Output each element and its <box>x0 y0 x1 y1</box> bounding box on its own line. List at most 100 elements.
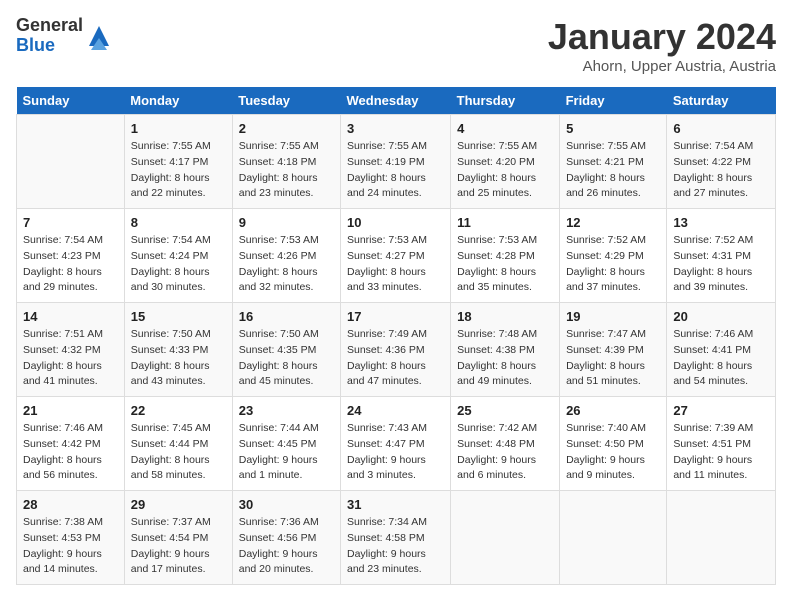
day-number: 31 <box>347 497 444 512</box>
calendar-subtitle: Ahorn, Upper Austria, Austria <box>548 58 776 75</box>
logo-blue: Blue <box>16 35 55 55</box>
day-number: 11 <box>457 215 553 230</box>
day-info: Sunrise: 7:54 AMSunset: 4:22 PMDaylight:… <box>673 139 769 202</box>
day-number: 27 <box>673 403 769 418</box>
calendar-day-empty <box>560 491 667 585</box>
day-number: 2 <box>239 121 334 136</box>
calendar-day-empty <box>451 491 560 585</box>
calendar-day-23: 23 Sunrise: 7:44 AMSunset: 4:45 PMDayligh… <box>232 397 340 491</box>
day-info: Sunrise: 7:38 AMSunset: 4:53 PMDaylight:… <box>23 515 118 578</box>
calendar-day-7: 7Sunrise: 7:54 AMSunset: 4:23 PMDaylight… <box>17 209 125 303</box>
day-number: 6 <box>673 121 769 136</box>
day-number: 16 <box>239 309 334 324</box>
day-number: 13 <box>673 215 769 230</box>
day-info: Sunrise: 7:52 AMSunset: 4:29 PMDaylight:… <box>566 233 660 296</box>
weekday-header-friday: Friday <box>560 87 667 115</box>
day-info: Sunrise: 7:53 AMSunset: 4:26 PMDaylight:… <box>239 233 334 296</box>
day-number: 29 <box>131 497 226 512</box>
day-info: Sunrise: 7:51 AMSunset: 4:32 PMDaylight:… <box>23 327 118 390</box>
day-number: 21 <box>23 403 118 418</box>
day-info: Sunrise: 7:52 AMSunset: 4:31 PMDaylight:… <box>673 233 769 296</box>
day-number: 24 <box>347 403 444 418</box>
calendar-day-10: 10 Sunrise: 7:53 AMSunset: 4:27 PMDayligh… <box>340 209 450 303</box>
calendar-week-row: 14 Sunrise: 7:51 AMSunset: 4:32 PMDayligh… <box>17 303 776 397</box>
logo: General Blue <box>16 16 113 56</box>
day-info: Sunrise: 7:50 AMSunset: 4:35 PMDaylight:… <box>239 327 334 390</box>
day-number: 23 <box>239 403 334 418</box>
day-number: 10 <box>347 215 444 230</box>
weekday-header-saturday: Saturday <box>667 87 776 115</box>
calendar-day-25: 25Sunrise: 7:42 AMSunset: 4:48 PMDayligh… <box>451 397 560 491</box>
day-info: Sunrise: 7:45 AMSunset: 4:44 PMDaylight:… <box>131 421 226 484</box>
calendar-day-30: 30 Sunrise: 7:36 AMSunset: 4:56 PMDayligh… <box>232 491 340 585</box>
calendar-day-15: 15Sunrise: 7:50 AMSunset: 4:33 PMDayligh… <box>124 303 232 397</box>
day-info: Sunrise: 7:36 AMSunset: 4:56 PMDaylight:… <box>239 515 334 578</box>
day-info: Sunrise: 7:53 AMSunset: 4:27 PMDaylight:… <box>347 233 444 296</box>
calendar-day-19: 19 Sunrise: 7:47 AMSunset: 4:39 PMDayligh… <box>560 303 667 397</box>
day-number: 14 <box>23 309 118 324</box>
calendar-day-17: 17 Sunrise: 7:49 AMSunset: 4:36 PMDayligh… <box>340 303 450 397</box>
calendar-week-row: 28 Sunrise: 7:38 AMSunset: 4:53 PMDayligh… <box>17 491 776 585</box>
calendar-day-24: 24Sunrise: 7:43 AMSunset: 4:47 PMDayligh… <box>340 397 450 491</box>
day-info: Sunrise: 7:34 AMSunset: 4:58 PMDaylight:… <box>347 515 444 578</box>
calendar-day-2: 2 Sunrise: 7:55 AMSunset: 4:18 PMDaylight… <box>232 115 340 209</box>
day-info: Sunrise: 7:55 AMSunset: 4:21 PMDaylight:… <box>566 139 660 202</box>
logo-icon <box>85 22 113 50</box>
calendar-week-row: 21 Sunrise: 7:46 AMSunset: 4:42 PMDayligh… <box>17 397 776 491</box>
calendar-day-21: 21 Sunrise: 7:46 AMSunset: 4:42 PMDayligh… <box>17 397 125 491</box>
day-number: 30 <box>239 497 334 512</box>
calendar-day-22: 22 Sunrise: 7:45 AMSunset: 4:44 PMDayligh… <box>124 397 232 491</box>
calendar-day-4: 4 Sunrise: 7:55 AMSunset: 4:20 PMDaylight… <box>451 115 560 209</box>
weekday-header-wednesday: Wednesday <box>340 87 450 115</box>
logo-general: General <box>16 15 83 35</box>
calendar-day-27: 27 Sunrise: 7:39 AMSunset: 4:51 PMDayligh… <box>667 397 776 491</box>
calendar-day-9: 9 Sunrise: 7:53 AMSunset: 4:26 PMDaylight… <box>232 209 340 303</box>
day-info: Sunrise: 7:37 AMSunset: 4:54 PMDaylight:… <box>131 515 226 578</box>
day-info: Sunrise: 7:55 AMSunset: 4:20 PMDaylight:… <box>457 139 553 202</box>
day-info: Sunrise: 7:55 AMSunset: 4:19 PMDaylight:… <box>347 139 444 202</box>
day-number: 19 <box>566 309 660 324</box>
day-number: 28 <box>23 497 118 512</box>
calendar-day-1: 1Sunrise: 7:55 AMSunset: 4:17 PMDaylight… <box>124 115 232 209</box>
calendar-day-3: 3 Sunrise: 7:55 AMSunset: 4:19 PMDaylight… <box>340 115 450 209</box>
day-info: Sunrise: 7:55 AMSunset: 4:18 PMDaylight:… <box>239 139 334 202</box>
day-info: Sunrise: 7:49 AMSunset: 4:36 PMDaylight:… <box>347 327 444 390</box>
day-info: Sunrise: 7:46 AMSunset: 4:42 PMDaylight:… <box>23 421 118 484</box>
day-info: Sunrise: 7:39 AMSunset: 4:51 PMDaylight:… <box>673 421 769 484</box>
day-number: 9 <box>239 215 334 230</box>
day-number: 26 <box>566 403 660 418</box>
weekday-header-tuesday: Tuesday <box>232 87 340 115</box>
day-number: 18 <box>457 309 553 324</box>
day-info: Sunrise: 7:50 AMSunset: 4:33 PMDaylight:… <box>131 327 226 390</box>
calendar-day-29: 29 Sunrise: 7:37 AMSunset: 4:54 PMDayligh… <box>124 491 232 585</box>
day-number: 22 <box>131 403 226 418</box>
day-info: Sunrise: 7:48 AMSunset: 4:38 PMDaylight:… <box>457 327 553 390</box>
day-number: 5 <box>566 121 660 136</box>
day-info: Sunrise: 7:44 AMSunset: 4:45 PMDaylight:… <box>239 421 334 484</box>
day-number: 8 <box>131 215 226 230</box>
weekday-header-thursday: Thursday <box>451 87 560 115</box>
calendar-day-18: 18 Sunrise: 7:48 AMSunset: 4:38 PMDayligh… <box>451 303 560 397</box>
calendar-title: January 2024 <box>548 16 776 58</box>
day-info: Sunrise: 7:55 AMSunset: 4:17 PMDaylight:… <box>131 139 226 202</box>
calendar-day-16: 16 Sunrise: 7:50 AMSunset: 4:35 PMDayligh… <box>232 303 340 397</box>
calendar-day-28: 28 Sunrise: 7:38 AMSunset: 4:53 PMDayligh… <box>17 491 125 585</box>
calendar-week-row: 7Sunrise: 7:54 AMSunset: 4:23 PMDaylight… <box>17 209 776 303</box>
title-area: January 2024 Ahorn, Upper Austria, Austr… <box>548 16 776 75</box>
day-info: Sunrise: 7:46 AMSunset: 4:41 PMDaylight:… <box>673 327 769 390</box>
weekday-header-monday: Monday <box>124 87 232 115</box>
calendar-day-empty <box>17 115 125 209</box>
day-number: 3 <box>347 121 444 136</box>
calendar-day-31: 31 Sunrise: 7:34 AMSunset: 4:58 PMDayligh… <box>340 491 450 585</box>
calendar-table: SundayMondayTuesdayWednesdayThursdayFrid… <box>16 87 776 585</box>
day-info: Sunrise: 7:47 AMSunset: 4:39 PMDaylight:… <box>566 327 660 390</box>
calendar-day-12: 12Sunrise: 7:52 AMSunset: 4:29 PMDayligh… <box>560 209 667 303</box>
calendar-day-empty <box>667 491 776 585</box>
day-number: 17 <box>347 309 444 324</box>
day-info: Sunrise: 7:42 AMSunset: 4:48 PMDaylight:… <box>457 421 553 484</box>
calendar-week-row: 1Sunrise: 7:55 AMSunset: 4:17 PMDaylight… <box>17 115 776 209</box>
day-info: Sunrise: 7:54 AMSunset: 4:23 PMDaylight:… <box>23 233 118 296</box>
day-number: 4 <box>457 121 553 136</box>
calendar-day-11: 11Sunrise: 7:53 AMSunset: 4:28 PMDayligh… <box>451 209 560 303</box>
calendar-day-5: 5 Sunrise: 7:55 AMSunset: 4:21 PMDaylight… <box>560 115 667 209</box>
